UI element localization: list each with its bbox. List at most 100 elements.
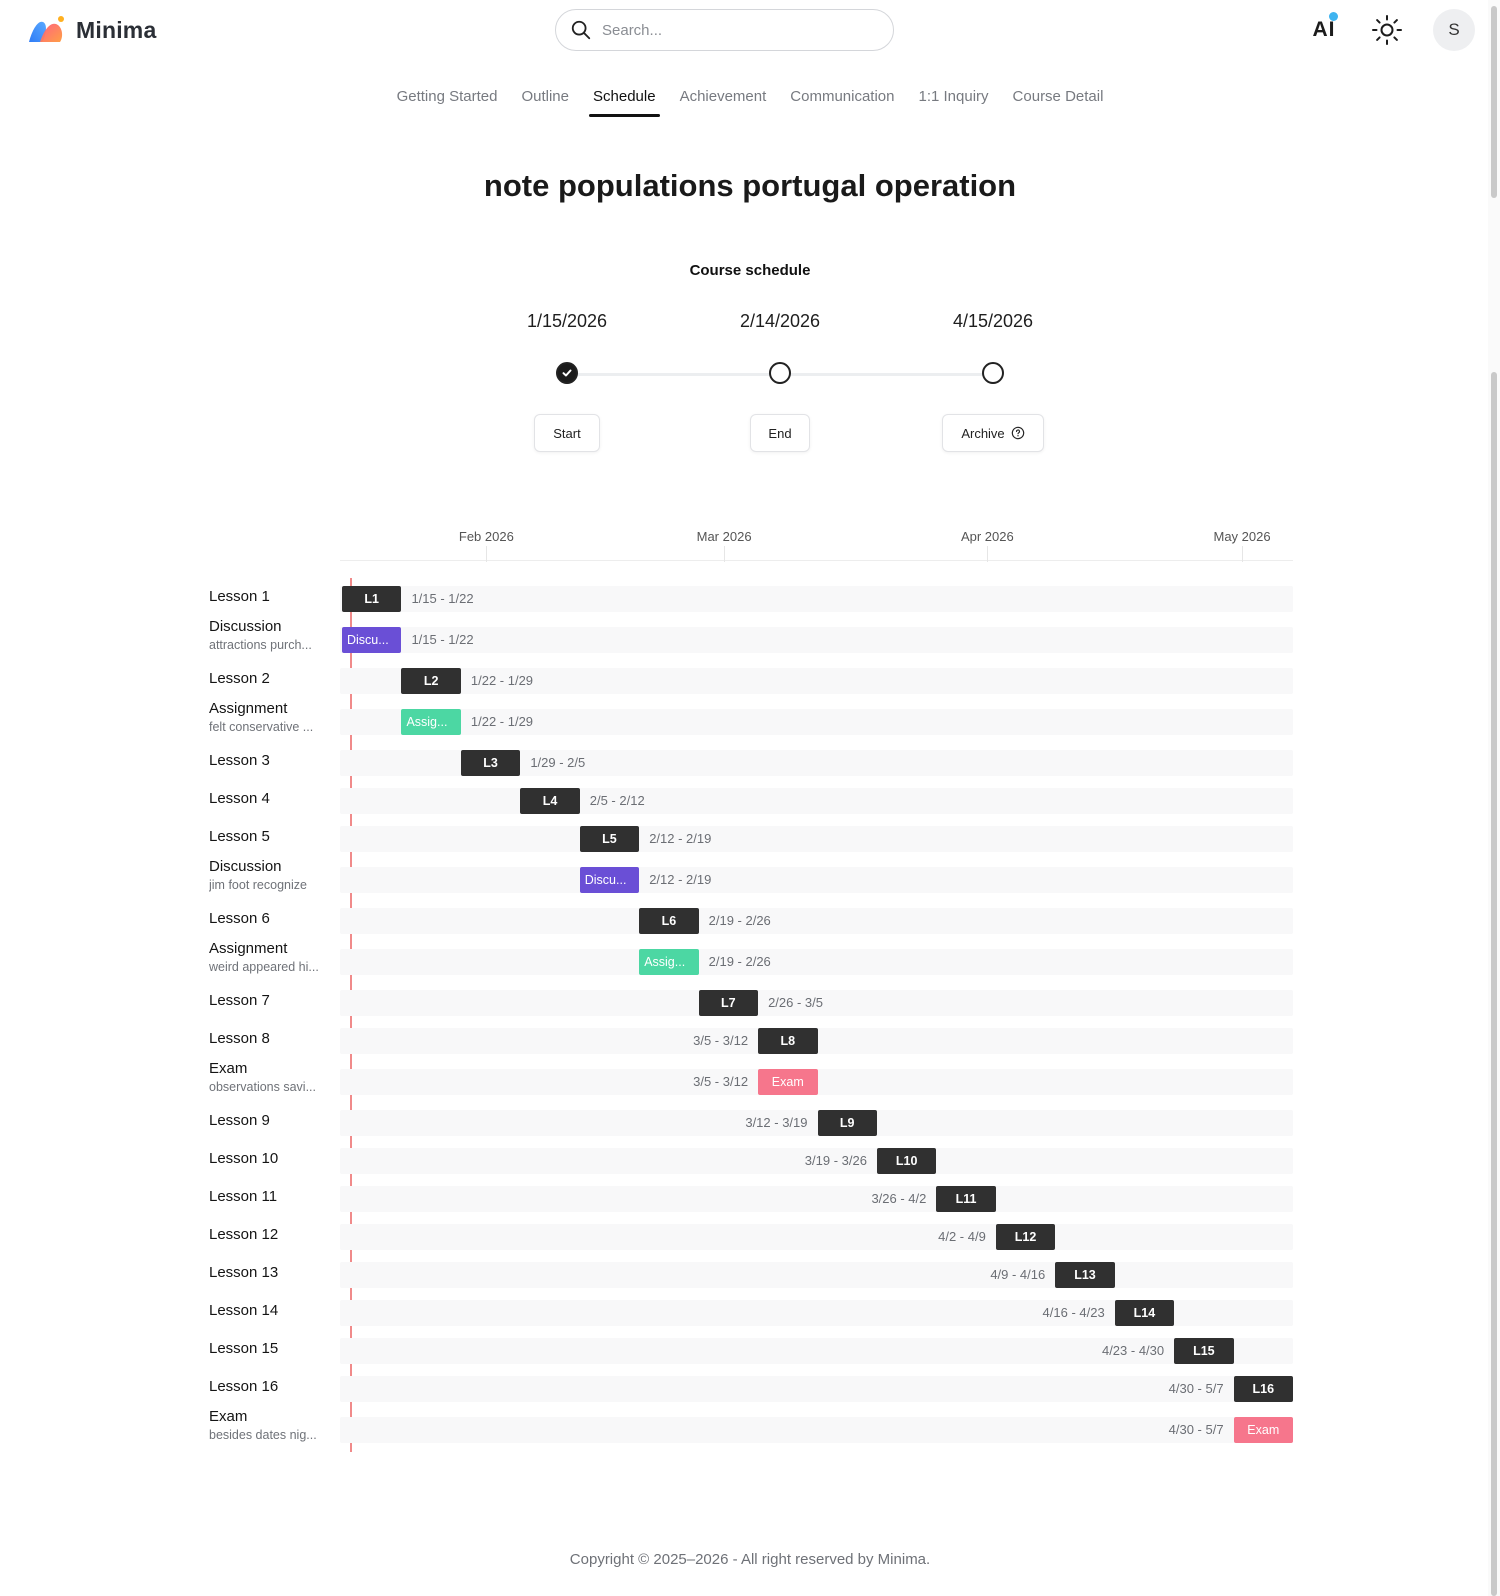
month-gridline <box>987 546 989 562</box>
month-gridline <box>724 546 726 562</box>
lesson-bar[interactable]: L7 <box>698 990 759 1016</box>
lesson-bar[interactable]: L13 <box>1055 1262 1115 1288</box>
lesson-bar[interactable]: L9 <box>817 1110 877 1136</box>
date-range-label: 4/23 - 4/30 <box>1101 1343 1165 1358</box>
sun-icon[interactable] <box>1370 13 1404 47</box>
row-name: Exam <box>209 1060 248 1077</box>
lesson-bar[interactable]: L14 <box>1114 1300 1175 1326</box>
timeline-axis <box>340 560 1293 561</box>
search-icon <box>571 20 591 40</box>
lesson-bar[interactable]: L12 <box>995 1224 1056 1250</box>
page-scrollbar[interactable] <box>1488 0 1500 1596</box>
row-track <box>340 1186 1293 1212</box>
milestone-date: 1/15/2026 <box>526 311 608 331</box>
schedule-row-label: Lesson 15 <box>209 1340 334 1357</box>
lesson-bar[interactable]: L5 <box>579 826 640 852</box>
schedule-row-label: Lesson 11 <box>209 1188 334 1205</box>
lesson-bar[interactable]: L2 <box>401 668 461 694</box>
milestone-end-button[interactable]: End <box>750 414 810 452</box>
milestone-label: End <box>768 425 792 441</box>
tab-outline[interactable]: Outline <box>509 86 581 117</box>
help-circle-icon[interactable] <box>1011 426 1025 440</box>
schedule-row-label: Lesson 6 <box>209 910 334 927</box>
tab-1-1-inquiry[interactable]: 1:1 Inquiry <box>907 86 1001 117</box>
discussion-bar[interactable]: Discu... <box>579 867 640 893</box>
schedule-row-label: Lesson 12 <box>209 1226 334 1243</box>
app-logo[interactable]: Minima <box>26 14 156 46</box>
month-label: Apr 2026 <box>960 529 1014 544</box>
date-range-label: 3/12 - 3/19 <box>745 1115 808 1130</box>
exam-bar[interactable]: Exam <box>1233 1417 1293 1443</box>
milestone-archive-button[interactable]: Archive <box>942 414 1044 452</box>
row-name: Lesson 14 <box>209 1302 279 1319</box>
row-track <box>340 1376 1293 1402</box>
lesson-bar[interactable]: L4 <box>520 788 580 814</box>
row-name: Lesson 7 <box>209 992 270 1009</box>
lesson-bar[interactable]: L15 <box>1174 1338 1234 1364</box>
ai-assistant-button[interactable]: AI <box>1304 12 1344 48</box>
month-label: Feb 2026 <box>458 529 514 544</box>
lesson-bar[interactable]: L10 <box>876 1148 937 1174</box>
row-name: Lesson 6 <box>209 910 270 927</box>
row-subtitle: observations savi... <box>209 1080 316 1094</box>
row-track <box>340 1262 1293 1288</box>
milestone-pending-dot <box>982 362 1004 384</box>
row-subtitle: felt conservative ... <box>209 720 314 734</box>
tab-schedule[interactable]: Schedule <box>581 86 668 117</box>
milestone-start-button[interactable]: Start <box>534 414 600 452</box>
lesson-bar[interactable]: L16 <box>1233 1376 1293 1402</box>
user-avatar[interactable]: S <box>1433 9 1475 51</box>
row-track <box>340 867 1293 893</box>
exam-bar[interactable]: Exam <box>758 1069 818 1095</box>
date-range-label: 2/5 - 2/12 <box>589 793 645 808</box>
schedule-heading: Course schedule <box>689 262 811 279</box>
ai-label: AI <box>1312 18 1336 41</box>
check-icon <box>562 369 572 377</box>
row-name: Assignment <box>209 700 288 717</box>
minima-logo-icon <box>29 16 64 42</box>
tab-getting-started[interactable]: Getting Started <box>385 86 510 117</box>
scrollbar-thumb[interactable] <box>1491 372 1497 1596</box>
row-subtitle: weird appeared hi... <box>209 960 319 974</box>
lesson-bar[interactable]: L11 <box>936 1186 996 1212</box>
milestone-pending-dot <box>769 362 791 384</box>
date-range-label: 1/29 - 2/5 <box>530 755 586 770</box>
date-range-label: 1/22 - 1/29 <box>470 714 534 729</box>
row-track <box>340 1417 1293 1443</box>
milestone-label: Start <box>553 425 581 441</box>
date-range-label: 2/12 - 2/19 <box>649 831 712 846</box>
course-tabs: Getting Started Outline Schedule Achievemen… <box>0 86 1500 117</box>
row-subtitle: jim foot recognize <box>209 878 307 892</box>
search-box[interactable] <box>555 9 894 51</box>
row-track <box>340 627 1293 653</box>
row-name: Discussion <box>209 618 282 635</box>
discussion-bar[interactable]: Discu... <box>342 627 402 653</box>
row-name: Assignment <box>209 940 288 957</box>
tab-course-detail[interactable]: Course Detail <box>1001 86 1116 117</box>
page-title: note populations portugal operation <box>483 168 1017 203</box>
date-range-label: 1/15 - 1/22 <box>411 591 474 606</box>
tab-achievement[interactable]: Achievement <box>668 86 779 117</box>
date-range-label: 4/30 - 5/7 <box>1168 1381 1224 1396</box>
row-name: Lesson 8 <box>209 1030 270 1047</box>
lesson-bar[interactable]: L1 <box>342 586 402 612</box>
tab-communication[interactable]: Communication <box>778 86 906 117</box>
lesson-bar[interactable]: L3 <box>460 750 521 776</box>
row-track <box>340 586 1293 612</box>
row-track <box>340 826 1293 852</box>
schedule-row-label: Lesson 13 <box>209 1264 334 1281</box>
date-range-label: 4/16 - 4/23 <box>1042 1305 1105 1320</box>
assignment-bar[interactable]: Assig... <box>401 709 461 735</box>
avatar-initial: S <box>1448 20 1460 39</box>
schedule-row-label: Lesson 8 <box>209 1030 334 1047</box>
milestone-label: Archive <box>961 425 1005 441</box>
month-label: Mar 2026 <box>696 529 752 544</box>
row-name: Lesson 3 <box>209 752 270 769</box>
lesson-bar[interactable]: L6 <box>639 908 699 934</box>
assignment-bar[interactable]: Assig... <box>639 949 699 975</box>
lesson-bar[interactable]: L8 <box>758 1028 818 1054</box>
month-gridline <box>486 546 488 562</box>
date-range-label: 2/19 - 2/26 <box>708 913 771 928</box>
row-subtitle: attractions purch... <box>209 638 312 652</box>
search-input[interactable] <box>602 21 872 39</box>
